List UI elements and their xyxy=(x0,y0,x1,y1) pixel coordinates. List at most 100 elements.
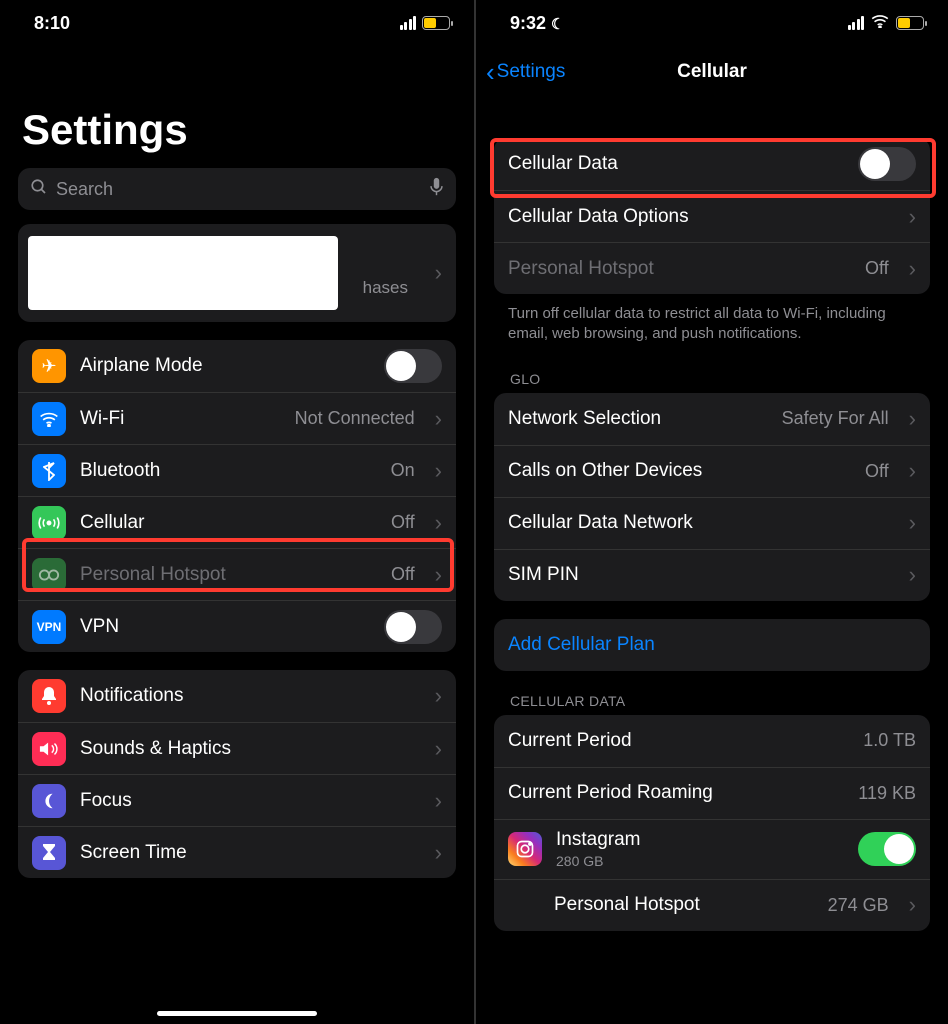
vpn-icon: VPN xyxy=(32,610,66,644)
row-airplane-mode[interactable]: ✈ Airplane Mode xyxy=(18,340,456,392)
row-bluetooth[interactable]: Bluetooth On › xyxy=(18,444,456,496)
row-value: Safety For All xyxy=(782,408,889,429)
airplane-icon: ✈ xyxy=(32,349,66,383)
page-title: Settings xyxy=(0,46,474,162)
row-label: Add Cellular Plan xyxy=(508,634,916,656)
section-footer: Turn off cellular data to restrict all d… xyxy=(476,294,948,349)
chevron-right-icon: › xyxy=(909,256,916,282)
row-label: Cellular Data Options xyxy=(508,206,889,228)
home-indicator[interactable] xyxy=(157,1011,317,1016)
row-label: Personal Hotspot xyxy=(508,258,851,280)
status-bar: 9:32 ☾ xyxy=(476,0,948,46)
row-label: Instagram 280 GB xyxy=(556,829,844,869)
chevron-left-icon: ‹ xyxy=(486,59,495,85)
wifi-status-icon xyxy=(870,14,890,33)
row-value: 274 GB xyxy=(828,895,889,916)
row-sim-pin[interactable]: SIM PIN › xyxy=(494,549,930,601)
status-time: 8:10 xyxy=(34,13,70,34)
chevron-right-icon: › xyxy=(435,510,442,536)
row-label: Sounds & Haptics xyxy=(80,738,415,760)
dictation-icon[interactable] xyxy=(429,177,444,202)
chevron-right-icon: › xyxy=(435,406,442,432)
focus-moon-icon: ☾ xyxy=(551,16,564,33)
chevron-right-icon: › xyxy=(435,788,442,814)
battery-icon xyxy=(422,16,450,30)
screenshot-left: 8:10 Settings Search hases › ✈ Airplane … xyxy=(0,0,474,1024)
vpn-toggle[interactable] xyxy=(384,610,442,644)
chevron-right-icon: › xyxy=(435,840,442,866)
row-network-selection[interactable]: Network Selection Safety For All › xyxy=(494,393,930,445)
bell-icon xyxy=(32,679,66,713)
row-label: Cellular xyxy=(80,512,377,534)
cellular-data-toggle[interactable] xyxy=(858,147,916,181)
chevron-right-icon: › xyxy=(909,510,916,536)
chevron-right-icon: › xyxy=(435,458,442,484)
nav-title: Cellular xyxy=(677,61,747,83)
apple-id-subtitle-tail: hases xyxy=(363,278,408,298)
row-sublabel: 280 GB xyxy=(556,853,844,869)
back-button[interactable]: ‹ Settings xyxy=(486,46,565,98)
chevron-right-icon: › xyxy=(909,892,916,918)
section-header-cellular-data: CELLULAR DATA xyxy=(476,671,948,715)
row-personal-hotspot[interactable]: Personal Hotspot Off › xyxy=(18,548,456,600)
cellular-signal-icon xyxy=(848,16,865,30)
row-label: Cellular Data xyxy=(508,153,844,175)
row-app-instagram[interactable]: Instagram 280 GB xyxy=(494,819,930,879)
row-current-period[interactable]: Current Period 1.0 TB xyxy=(494,715,930,767)
search-input[interactable]: Search xyxy=(18,168,456,210)
screenshot-right: 9:32 ☾ ‹ Settings Cellular Cellular Data… xyxy=(474,0,948,1024)
speaker-icon xyxy=(32,732,66,766)
search-placeholder: Search xyxy=(56,179,421,200)
row-value: Off xyxy=(391,564,415,585)
wifi-icon xyxy=(32,402,66,436)
row-value: 1.0 TB xyxy=(863,730,916,751)
row-label: SIM PIN xyxy=(508,564,889,586)
add-plan-group: Add Cellular Plan xyxy=(494,619,930,671)
cellular-data-group: Cellular Data Cellular Data Options › Pe… xyxy=(494,138,930,294)
row-wifi[interactable]: Wi-Fi Not Connected › xyxy=(18,392,456,444)
row-personal-hotspot[interactable]: Personal Hotspot Off › xyxy=(494,242,930,294)
usage-group: Current Period 1.0 TB Current Period Roa… xyxy=(494,715,930,931)
row-cellular[interactable]: Cellular Off › xyxy=(18,496,456,548)
carrier-group: Network Selection Safety For All › Calls… xyxy=(494,393,930,601)
nav-bar: ‹ Settings Cellular xyxy=(476,46,948,98)
row-sounds[interactable]: Sounds & Haptics › xyxy=(18,722,456,774)
hotspot-icon xyxy=(32,558,66,592)
moon-icon xyxy=(32,784,66,818)
instagram-data-toggle[interactable] xyxy=(858,832,916,866)
chevron-right-icon: › xyxy=(909,458,916,484)
row-current-period-roaming[interactable]: Current Period Roaming 119 KB xyxy=(494,767,930,819)
row-label: Airplane Mode xyxy=(80,355,370,377)
chevron-right-icon: › xyxy=(909,204,916,230)
section-header-glo: GLO xyxy=(476,349,948,393)
row-label: VPN xyxy=(80,616,370,638)
status-bar: 8:10 xyxy=(0,0,474,46)
alerts-group: Notifications › Sounds & Haptics › Focus… xyxy=(18,670,456,878)
row-label: Notifications xyxy=(80,685,415,707)
connectivity-group: ✈ Airplane Mode Wi-Fi Not Connected › Bl… xyxy=(18,340,456,652)
row-notifications[interactable]: Notifications › xyxy=(18,670,456,722)
row-focus[interactable]: Focus › xyxy=(18,774,456,826)
search-icon xyxy=(30,178,48,201)
row-screen-time[interactable]: Screen Time › xyxy=(18,826,456,878)
row-cellular-data[interactable]: Cellular Data xyxy=(494,138,930,190)
row-cellular-data-network[interactable]: Cellular Data Network › xyxy=(494,497,930,549)
row-value: Off xyxy=(391,512,415,533)
row-hotspot-usage[interactable]: Personal Hotspot 274 GB › xyxy=(494,879,930,931)
row-add-cellular-plan[interactable]: Add Cellular Plan xyxy=(494,619,930,671)
bluetooth-icon xyxy=(32,454,66,488)
row-label: Personal Hotspot xyxy=(80,564,377,586)
apple-id-row[interactable]: hases › xyxy=(18,224,456,322)
hourglass-icon xyxy=(32,836,66,870)
row-cellular-data-options[interactable]: Cellular Data Options › xyxy=(494,190,930,242)
row-label: Cellular Data Network xyxy=(508,512,889,534)
airplane-toggle[interactable] xyxy=(384,349,442,383)
row-value: On xyxy=(391,460,415,481)
row-value: Off xyxy=(865,258,889,279)
row-calls-other-devices[interactable]: Calls on Other Devices Off › xyxy=(494,445,930,497)
chevron-right-icon: › xyxy=(435,736,442,762)
row-label: Current Period Roaming xyxy=(508,782,844,804)
redaction-block xyxy=(28,236,338,310)
row-label: Bluetooth xyxy=(80,460,377,482)
row-vpn[interactable]: VPN VPN xyxy=(18,600,456,652)
